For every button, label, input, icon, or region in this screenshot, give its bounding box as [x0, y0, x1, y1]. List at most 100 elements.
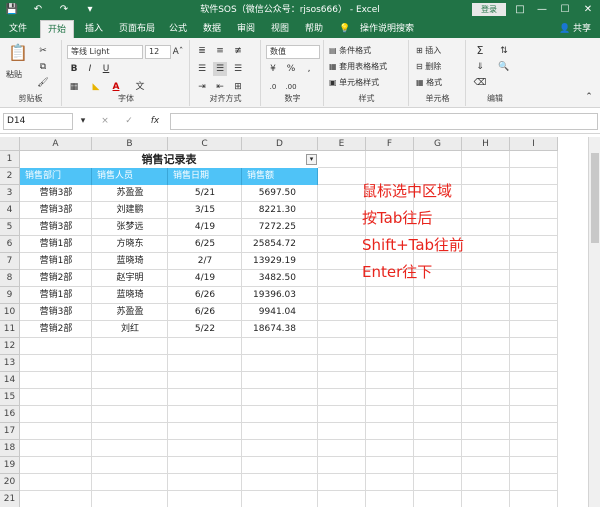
table-cell[interactable]: 5/22: [168, 321, 242, 338]
table-cell[interactable]: 营销1部: [20, 236, 92, 253]
table-header-cell[interactable]: 销售人员: [92, 168, 168, 185]
align-center-icon[interactable]: ☰: [213, 62, 227, 76]
table-cell[interactable]: 蓝晓琦: [92, 287, 168, 304]
row-header[interactable]: 5: [0, 219, 20, 236]
column-header-f[interactable]: F: [366, 137, 414, 151]
table-cell[interactable]: 5697.50: [242, 185, 318, 202]
table-cell[interactable]: 方晓东: [92, 236, 168, 253]
table-cell[interactable]: 6/25: [168, 236, 242, 253]
table-cell[interactable]: 5/21: [168, 185, 242, 202]
row-header[interactable]: 21: [0, 491, 20, 507]
row-header[interactable]: 1: [0, 151, 20, 168]
tab-home[interactable]: 开始: [40, 20, 74, 38]
row-header[interactable]: 16: [0, 406, 20, 423]
collapse-ribbon-icon[interactable]: ⌃: [582, 90, 596, 104]
table-cell[interactable]: 张梦远: [92, 219, 168, 236]
table-header-cell[interactable]: 销售日期: [168, 168, 242, 185]
cell-styles-button[interactable]: ▣ 单元格样式: [329, 76, 379, 90]
table-cell[interactable]: 苏盈盈: [92, 304, 168, 321]
autosum-icon[interactable]: Σ: [473, 44, 487, 58]
login-button[interactable]: 登录: [472, 3, 506, 16]
table-cell[interactable]: 营销3部: [20, 304, 92, 321]
tab-review[interactable]: 审阅: [232, 20, 260, 38]
table-cell[interactable]: 刘建鹏: [92, 202, 168, 219]
table-cell[interactable]: 营销2部: [20, 321, 92, 338]
align-middle-icon[interactable]: ≡: [213, 44, 227, 58]
fill-color-icon[interactable]: ◣: [89, 80, 103, 94]
minimize-icon[interactable]: —: [530, 0, 554, 20]
format-painter-icon[interactable]: 🖌: [36, 76, 50, 90]
bold-button[interactable]: B: [67, 62, 81, 76]
table-cell[interactable]: 4/19: [168, 270, 242, 287]
table-cell[interactable]: 6/26: [168, 287, 242, 304]
row-header[interactable]: 10: [0, 304, 20, 321]
font-name-select[interactable]: 等线 Light: [67, 45, 143, 59]
table-cell[interactable]: 8221.30: [242, 202, 318, 219]
row-header[interactable]: 7: [0, 253, 20, 270]
table-cell[interactable]: 营销1部: [20, 253, 92, 270]
table-cell[interactable]: 7272.25: [242, 219, 318, 236]
row-header[interactable]: 18: [0, 440, 20, 457]
table-cell[interactable]: 3/15: [168, 202, 242, 219]
table-cell[interactable]: 营销3部: [20, 202, 92, 219]
formula-input[interactable]: [170, 113, 598, 130]
vertical-scrollbar[interactable]: [588, 137, 600, 507]
number-format-select[interactable]: 数值: [266, 45, 320, 59]
row-header[interactable]: 14: [0, 372, 20, 389]
table-header-cell[interactable]: 销售部门: [20, 168, 92, 185]
insert-cells-button[interactable]: ⊞ 插入: [416, 44, 441, 58]
table-cell[interactable]: 9941.04: [242, 304, 318, 321]
decrease-decimal-icon[interactable]: .00: [284, 80, 298, 94]
currency-icon[interactable]: ¥: [266, 62, 280, 76]
table-cell[interactable]: 营销3部: [20, 185, 92, 202]
grow-font-icon[interactable]: Aˆ: [171, 45, 185, 59]
paste-icon[interactable]: 📋: [8, 45, 28, 66]
table-cell[interactable]: 3482.50: [242, 270, 318, 287]
tab-insert[interactable]: 插入: [80, 20, 108, 38]
insert-function-icon[interactable]: fx: [146, 114, 164, 128]
table-cell[interactable]: 营销1部: [20, 287, 92, 304]
table-cell[interactable]: 2/7: [168, 253, 242, 270]
increase-decimal-icon[interactable]: .0: [266, 80, 280, 94]
row-header[interactable]: 3: [0, 185, 20, 202]
redo-icon[interactable]: ↷: [56, 2, 72, 18]
table-cell[interactable]: 刘红: [92, 321, 168, 338]
table-cell[interactable]: 苏盈盈: [92, 185, 168, 202]
row-header[interactable]: 17: [0, 423, 20, 440]
tab-page-layout[interactable]: 页面布局: [114, 20, 160, 38]
table-cell[interactable]: 18674.38: [242, 321, 318, 338]
share-button[interactable]: 👤 共享: [552, 20, 598, 38]
tab-file[interactable]: 文件: [4, 20, 32, 38]
tab-data[interactable]: 数据: [198, 20, 226, 38]
undo-icon[interactable]: ↶: [30, 2, 46, 18]
filter-dropdown-icon[interactable]: ▾: [306, 154, 317, 165]
merge-icon[interactable]: ⊞: [231, 80, 245, 94]
row-header[interactable]: 12: [0, 338, 20, 355]
scroll-thumb[interactable]: [591, 153, 599, 243]
name-box-dropdown-icon[interactable]: ▾: [76, 114, 90, 128]
tab-view[interactable]: 视图: [266, 20, 294, 38]
row-header[interactable]: 19: [0, 457, 20, 474]
save-icon[interactable]: 💾: [4, 2, 20, 18]
table-cell[interactable]: 25854.72: [242, 236, 318, 253]
column-header-g[interactable]: G: [414, 137, 462, 151]
align-top-icon[interactable]: ≣: [195, 44, 209, 58]
column-header-a[interactable]: A: [20, 137, 92, 151]
table-cell[interactable]: 营销2部: [20, 270, 92, 287]
tell-me-search[interactable]: 操作说明搜索: [354, 20, 420, 38]
clear-icon[interactable]: ⌫: [473, 76, 487, 90]
row-header[interactable]: 20: [0, 474, 20, 491]
close-icon[interactable]: ✕: [576, 0, 600, 20]
name-box[interactable]: D14: [3, 113, 73, 130]
fill-icon[interactable]: ⇓: [473, 60, 487, 74]
row-header[interactable]: 2: [0, 168, 20, 185]
row-header[interactable]: 8: [0, 270, 20, 287]
find-icon[interactable]: 🔍: [497, 60, 511, 74]
indent-icon[interactable]: ⇥: [195, 80, 209, 94]
row-header[interactable]: 6: [0, 236, 20, 253]
table-cell[interactable]: 4/19: [168, 219, 242, 236]
outdent-icon[interactable]: ⇤: [213, 80, 227, 94]
underline-button[interactable]: U: [99, 62, 113, 76]
copy-icon[interactable]: ⧉: [36, 60, 50, 74]
paste-button[interactable]: 粘贴: [6, 68, 22, 82]
